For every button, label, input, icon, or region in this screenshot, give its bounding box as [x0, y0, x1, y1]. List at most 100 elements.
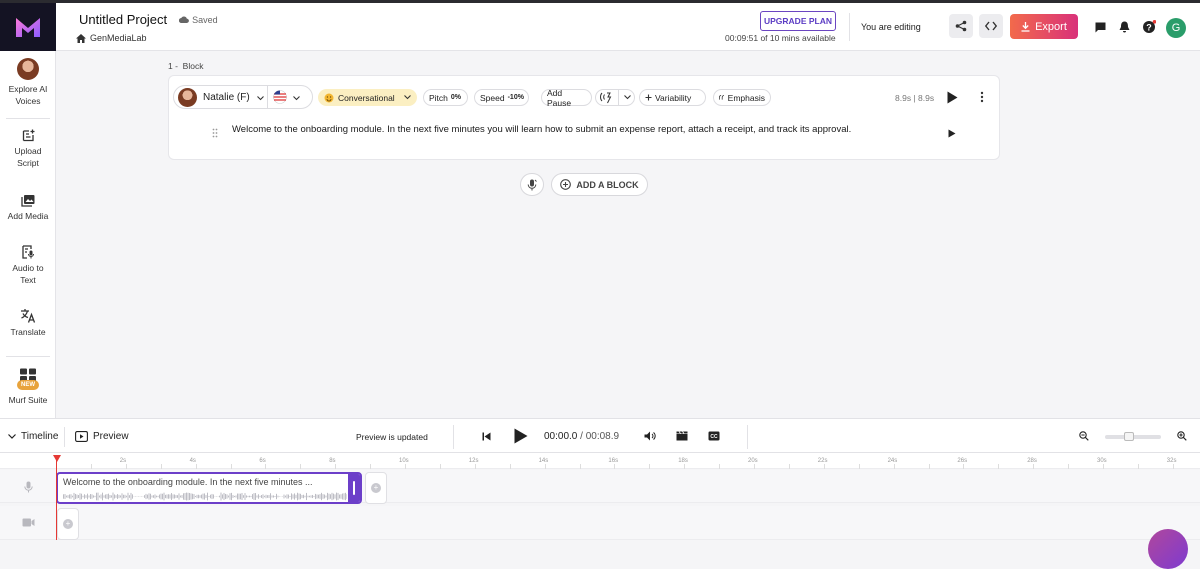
volume-button[interactable] [643, 429, 657, 443]
sidebar-divider [6, 118, 50, 119]
main-play-button[interactable] [512, 426, 530, 446]
pronunciation-control[interactable] [595, 89, 635, 106]
svg-text:CC: CC [710, 434, 718, 440]
sidebar-item-audio-to-text[interactable]: Audio to Text [0, 245, 56, 286]
ruler-tick-mark [231, 464, 232, 469]
waveform-bar [210, 495, 211, 499]
waveform-bar [119, 495, 120, 498]
voice-style-dropdown[interactable]: Conversational [318, 89, 417, 106]
variability-button[interactable]: Variability [639, 89, 706, 106]
more-vertical-icon [980, 91, 984, 103]
block-more-button[interactable] [976, 89, 988, 105]
sentence-play-button[interactable] [946, 127, 958, 139]
speed-control[interactable]: Speed -10% [474, 89, 529, 106]
plus-icon [645, 94, 652, 101]
waveform-bar [233, 495, 234, 498]
waveform-bar [155, 494, 156, 498]
header-divider [849, 13, 850, 41]
ruler-tick-mark [614, 464, 615, 469]
sidebar-item-add-media[interactable]: Add Media [0, 194, 56, 222]
clip-trim-handle[interactable] [348, 474, 360, 502]
sidebar-item-explore-ai-voices[interactable]: Explore AI Voices [0, 58, 56, 107]
pitch-control[interactable]: Pitch 0% [423, 89, 468, 106]
waveform-bar [86, 495, 87, 498]
ruler-tick-label: 4s [190, 458, 196, 464]
playhead[interactable] [56, 455, 57, 540]
embed-code-button[interactable] [979, 14, 1003, 38]
sidebar-item-translate[interactable]: Translate [0, 308, 56, 338]
zoom-in-button[interactable] [1176, 430, 1188, 442]
notifications-button[interactable] [1117, 20, 1131, 34]
add-audio-slot[interactable]: + [365, 472, 387, 504]
waveform-bar [249, 496, 250, 498]
workspace-name: GenMediaLab [90, 33, 147, 43]
help-icon: ? [1142, 20, 1156, 34]
captions-button[interactable]: CC [707, 429, 721, 443]
waveform-bar [156, 496, 157, 498]
drag-handle-icon [212, 128, 218, 138]
waveform-bar [330, 494, 331, 498]
timeline-toggle[interactable]: Timeline [8, 431, 58, 442]
waveform-bar [174, 494, 175, 498]
block-play-button[interactable] [944, 89, 960, 105]
time-separator: / [577, 431, 585, 442]
audio-clip[interactable]: Welcome to the onboarding module. In the… [56, 472, 362, 504]
waveform-bar [324, 495, 325, 499]
waveform-bar [132, 494, 133, 498]
waveform-bar [63, 494, 64, 498]
video-settings-button[interactable] [675, 429, 689, 443]
zoom-slider-thumb[interactable] [1124, 432, 1134, 441]
ruler-tick-mark [196, 464, 197, 469]
cloud-icon [179, 16, 189, 23]
waveform-bar [165, 495, 166, 498]
app-logo[interactable] [0, 3, 56, 51]
emphasis-button[interactable]: Emphasis [713, 89, 771, 106]
sidebar-divider [6, 356, 50, 357]
waveform-bar [296, 495, 297, 498]
waveform-bar [261, 495, 262, 498]
ruler-tick-label: 22s [818, 458, 828, 464]
project-title-row: Untitled Project Saved [79, 12, 218, 27]
waveform-bar [125, 495, 126, 498]
zoom-out-button[interactable] [1078, 430, 1090, 442]
voice-record-button[interactable] [520, 173, 544, 196]
upgrade-plan-button[interactable]: UPGRADE PLAN [760, 11, 836, 31]
skip-to-start-button[interactable] [480, 430, 492, 442]
preview-button[interactable]: Preview [75, 431, 129, 442]
pitch-label: Pitch [429, 93, 448, 103]
waveform-bar [332, 493, 333, 500]
comments-button[interactable] [1093, 20, 1107, 34]
us-flag-icon[interactable] [272, 90, 288, 104]
share-button[interactable] [949, 14, 973, 38]
ruler-tick-label: 32s [1167, 458, 1177, 464]
timeline-label: Timeline [21, 431, 58, 442]
add-video-slot[interactable]: + [57, 508, 79, 540]
sidebar-item-upload-script[interactable]: Upload Script [0, 129, 56, 169]
export-button[interactable]: Export [1010, 14, 1078, 39]
assistant-fab[interactable] [1148, 529, 1188, 569]
playhead-marker[interactable] [53, 455, 61, 462]
timeline-ruler[interactable]: 2s4s6s8s10s12s14s16s18s20s22s24s26s28s30… [0, 453, 1200, 469]
waveform-bar [240, 494, 241, 500]
help-button[interactable]: ? [1141, 19, 1157, 35]
drag-handle[interactable] [210, 127, 220, 139]
waveform-bar [291, 493, 292, 499]
project-title[interactable]: Untitled Project [79, 12, 167, 27]
waveform-bar [297, 493, 298, 501]
add-block-button[interactable]: ADD A BLOCK [551, 173, 648, 196]
workspace-breadcrumb[interactable]: GenMediaLab [76, 33, 147, 43]
voice-selector[interactable]: Natalie (F) [173, 85, 313, 109]
waveform-bar [161, 494, 162, 500]
add-pause-button[interactable]: Add Pause [541, 89, 592, 106]
sidebar-item-label: Audio to Text [8, 262, 48, 286]
waveform-bar [159, 495, 160, 499]
voice-avatar-icon [17, 58, 39, 80]
script-text[interactable]: Welcome to the onboarding module. In the… [232, 123, 852, 137]
waveform-bar [194, 494, 195, 499]
waveform-bar [95, 496, 96, 497]
ruler-tick-mark [370, 464, 371, 469]
waveform-bar [285, 496, 286, 498]
user-avatar[interactable]: G [1166, 18, 1186, 38]
speed-value: -10% [508, 94, 524, 101]
chevron-down-icon[interactable] [293, 96, 300, 101]
